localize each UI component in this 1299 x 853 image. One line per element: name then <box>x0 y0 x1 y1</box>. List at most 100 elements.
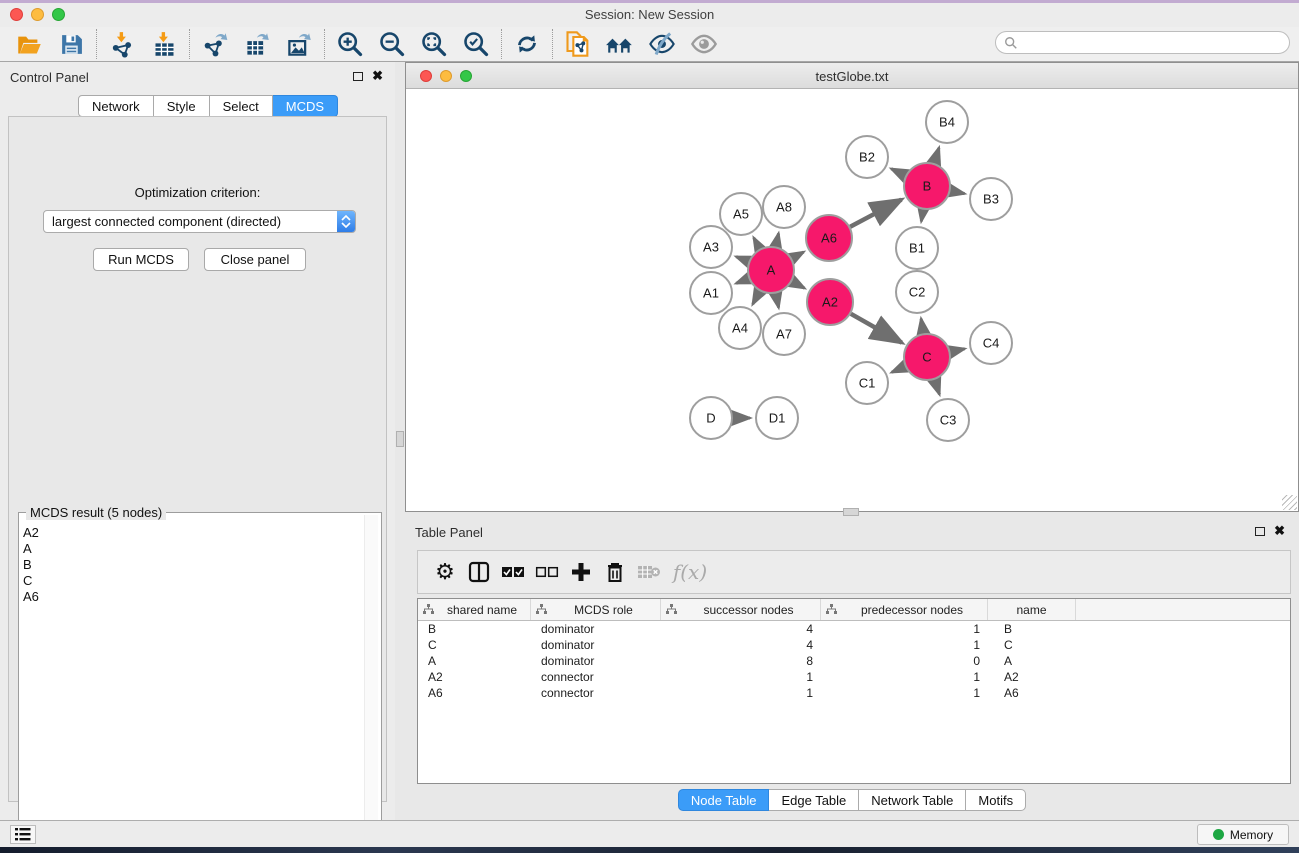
open-session-button[interactable] <box>14 29 44 59</box>
column-type-icon <box>423 604 434 615</box>
first-neighbors-button[interactable] <box>605 29 635 59</box>
graph-edge-A-A1[interactable] <box>736 279 748 284</box>
graph-edge-A2-C[interactable] <box>851 314 902 343</box>
network-window-titlebar[interactable]: testGlobe.txt <box>406 63 1298 89</box>
float-table-panel-icon[interactable] <box>1255 527 1265 536</box>
mcds-result-list[interactable]: A2 A B C A6 <box>23 525 39 605</box>
import-table-button[interactable] <box>149 29 179 59</box>
network-graph[interactable]: B4B2BB3A8A5A6A3B1AC2A1A2A4A7C4CC1C3DD1 <box>406 89 1298 511</box>
horizontal-splitter-handle[interactable] <box>843 508 859 516</box>
column-header-predecessor-nodes[interactable]: predecessor nodes <box>821 599 988 620</box>
tab-motifs[interactable]: Motifs <box>966 789 1026 811</box>
desktop-edge <box>0 847 1299 853</box>
zoom-selected-button[interactable] <box>461 29 491 59</box>
export-network-button[interactable] <box>200 29 230 59</box>
tab-edge-table[interactable]: Edge Table <box>769 789 859 811</box>
zoom-out-button[interactable] <box>377 29 407 59</box>
zoom-in-button[interactable] <box>335 29 365 59</box>
table-row[interactable]: Bdominator41B <box>418 621 1290 637</box>
trash-icon <box>605 561 625 583</box>
list-item[interactable]: B <box>23 557 39 573</box>
app-titlebar: Session: New Session <box>0 3 1299 27</box>
select-all-columns-button[interactable] <box>496 555 530 589</box>
list-item[interactable]: A2 <box>23 525 39 541</box>
zoom-fit-button[interactable] <box>419 29 449 59</box>
column-header-mcds-role[interactable]: MCDS role <box>531 599 661 620</box>
fx-icon: f(x) <box>673 560 707 584</box>
export-table-button[interactable] <box>242 29 272 59</box>
selected-option: largest connected component (directed) <box>44 214 337 229</box>
graph-edge-B-B3[interactable] <box>951 191 965 194</box>
deselect-all-columns-button[interactable] <box>530 555 564 589</box>
task-history-button[interactable] <box>10 825 36 844</box>
graph-edge-C-C3[interactable] <box>935 380 940 395</box>
table-toolbar: ⚙ <box>417 550 1291 594</box>
save-session-button[interactable] <box>56 29 86 59</box>
table-row[interactable]: Adominator80A <box>418 653 1290 669</box>
resize-grip-icon[interactable] <box>1282 495 1297 510</box>
list-item[interactable]: C <box>23 573 39 589</box>
float-panel-icon[interactable] <box>353 72 363 81</box>
graph-edge-A6-B[interactable] <box>850 200 901 227</box>
clone-network-button[interactable] <box>563 29 593 59</box>
table-tabs: Node Table Edge Table Network Table Moti… <box>405 789 1299 811</box>
plus-icon <box>571 562 591 582</box>
close-panel-button[interactable]: Close panel <box>204 248 306 271</box>
graph-node-label: C1 <box>859 376 876 391</box>
show-columns-button[interactable] <box>462 555 496 589</box>
tab-select[interactable]: Select <box>210 95 273 117</box>
close-panel-icon[interactable]: ✖ <box>372 68 383 84</box>
vertical-splitter-handle[interactable] <box>396 431 404 447</box>
graph-edge-B-B4[interactable] <box>934 148 939 163</box>
close-table-panel-icon[interactable]: ✖ <box>1274 523 1285 539</box>
search-field[interactable] <box>995 31 1290 54</box>
graph-edge-C-C2[interactable] <box>921 319 923 334</box>
tab-mcds[interactable]: MCDS <box>273 95 338 117</box>
graph-edge-A-A5[interactable] <box>754 238 760 249</box>
tab-style[interactable]: Style <box>154 95 210 117</box>
graph-edge-B-B2[interactable] <box>891 169 905 176</box>
graph-edge-B-B1[interactable] <box>921 210 923 222</box>
result-scrollbar[interactable] <box>364 515 378 848</box>
export-image-button[interactable] <box>284 29 314 59</box>
refresh-view-button[interactable] <box>512 29 542 59</box>
control-panel-header: Control Panel ✖ <box>0 62 395 92</box>
control-panel: Control Panel ✖ Network Style Select MCD… <box>0 62 395 820</box>
memory-button[interactable]: Memory <box>1197 824 1289 845</box>
run-mcds-button[interactable]: Run MCDS <box>93 248 189 271</box>
column-header-shared-name[interactable]: shared name <box>418 599 531 620</box>
status-bar: Memory <box>0 820 1299 847</box>
list-item[interactable]: A <box>23 541 39 557</box>
table-row[interactable]: Cdominator41C <box>418 637 1290 653</box>
graph-edge-A-A6[interactable] <box>792 252 804 258</box>
list-item[interactable]: A6 <box>23 589 39 605</box>
graph-edge-A-A7[interactable] <box>776 294 779 308</box>
search-input[interactable] <box>1018 36 1268 50</box>
graph-node-label: A4 <box>732 321 748 336</box>
function-builder-button[interactable]: f(x) <box>666 555 714 589</box>
table-row[interactable]: A2connector11A2 <box>418 669 1290 685</box>
column-header-successor-nodes[interactable]: successor nodes <box>661 599 821 620</box>
show-all-button[interactable] <box>689 29 719 59</box>
table-settings-button[interactable]: ⚙ <box>428 555 462 589</box>
optimization-criterion-select[interactable]: largest connected component (directed) <box>43 210 356 233</box>
hide-selected-button[interactable] <box>647 29 677 59</box>
tab-network[interactable]: Network <box>78 95 154 117</box>
graph-edge-A-A8[interactable] <box>776 233 779 246</box>
graph-edge-C-C4[interactable] <box>950 349 964 352</box>
tab-node-table[interactable]: Node Table <box>678 789 770 811</box>
import-network-button[interactable] <box>107 29 137 59</box>
graph-node-label: C2 <box>909 285 926 300</box>
network-canvas[interactable]: B4B2BB3A8A5A6A3B1AC2A1A2A4A7C4CC1C3DD1 <box>406 89 1298 511</box>
table-row[interactable]: A6connector11A6 <box>418 685 1290 701</box>
tab-network-table[interactable]: Network Table <box>859 789 966 811</box>
delete-column-button[interactable] <box>598 555 632 589</box>
column-header-name[interactable]: name <box>988 599 1076 620</box>
graph-node-label: A <box>767 263 776 278</box>
graph-edge-A-A3[interactable] <box>736 257 748 262</box>
graph-edge-A-A4[interactable] <box>753 291 760 304</box>
delete-table-button[interactable] <box>632 555 666 589</box>
graph-edge-C-C1[interactable] <box>892 367 905 373</box>
create-column-button[interactable] <box>564 555 598 589</box>
graph-edge-A-A2[interactable] <box>792 281 804 288</box>
